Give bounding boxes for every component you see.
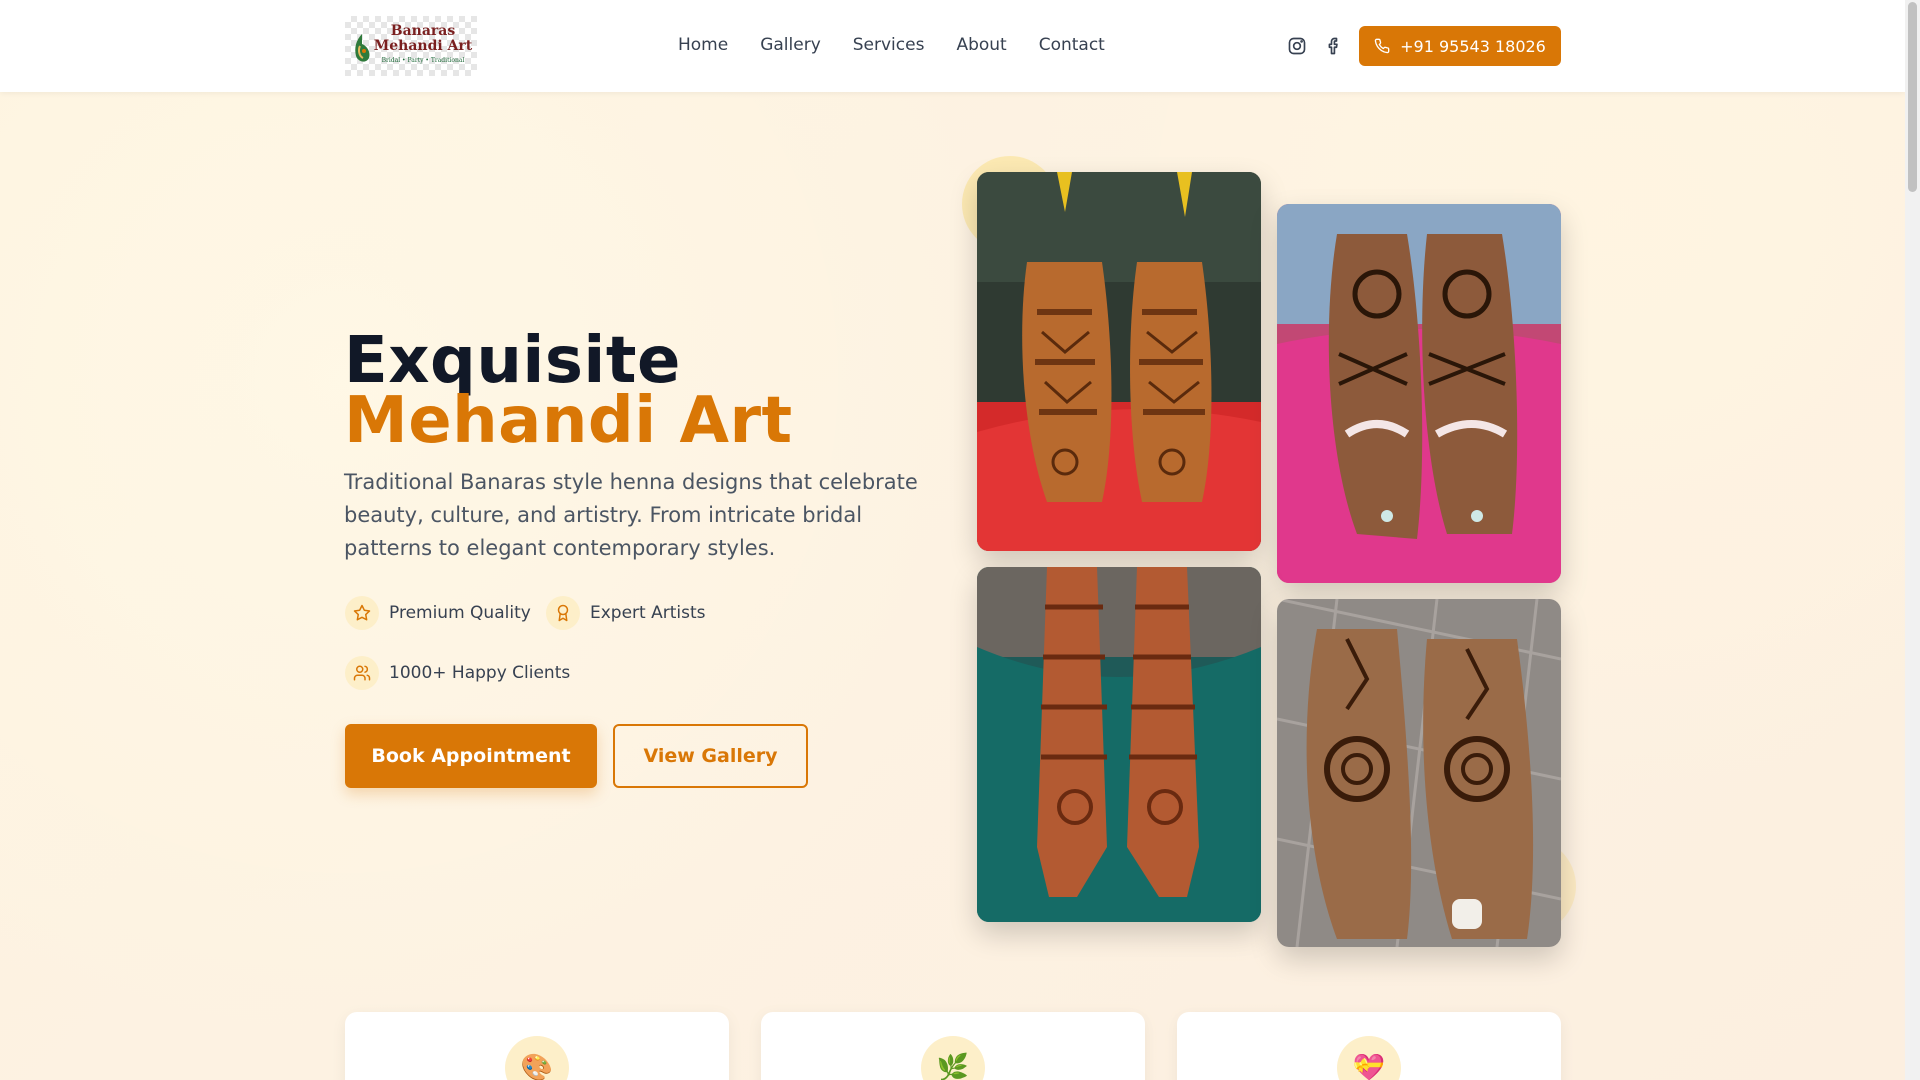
page-background — [0, 0, 1905, 1080]
leaf-icon: 🌿 — [921, 1036, 985, 1080]
gallery-photo-feet-tiles[interactable] — [1277, 599, 1561, 947]
facebook-icon[interactable] — [1322, 34, 1346, 58]
hero-title-line-2: Mehandi Art — [344, 384, 793, 458]
site-header: Banaras Mehandi Art Bridal • Party • Tra… — [0, 0, 1905, 92]
service-card-art: 🎨 — [345, 1012, 729, 1080]
nav-link-contact[interactable]: Contact — [1039, 34, 1105, 56]
nav-link-gallery[interactable]: Gallery — [760, 34, 821, 56]
service-card-natural: 🌿 — [761, 1012, 1145, 1080]
feature-label: 1000+ Happy Clients — [389, 663, 571, 683]
feature-expert-artists: Expert Artists — [546, 596, 706, 630]
feature-label: Premium Quality — [389, 603, 531, 623]
nav-link-services[interactable]: Services — [853, 34, 925, 56]
nav-link-home[interactable]: Home — [678, 34, 728, 56]
logo-tagline: Bridal • Party • Traditional — [381, 57, 465, 64]
gallery-photo-bridal-hands-green[interactable] — [977, 567, 1261, 922]
palette-icon: 🎨 — [505, 1036, 569, 1080]
main-nav: Home Gallery Services About Contact — [678, 34, 1105, 56]
page-scrollbar[interactable] — [1905, 0, 1920, 1080]
star-icon — [345, 596, 379, 630]
phone-icon — [1374, 38, 1390, 54]
heart-icon: 💝 — [1337, 1036, 1401, 1080]
gallery-photo-feet-pink[interactable] — [1277, 204, 1561, 583]
instagram-icon[interactable] — [1285, 34, 1309, 58]
service-card-love: 💝 — [1177, 1012, 1561, 1080]
nav-link-about[interactable]: About — [956, 34, 1006, 56]
feature-premium-quality: Premium Quality — [345, 596, 531, 630]
users-icon — [345, 656, 379, 690]
book-appointment-button[interactable]: Book Appointment — [345, 724, 597, 788]
logo-line-2: Mehandi Art — [373, 38, 473, 54]
call-phone-button[interactable]: +91 95543 18026 — [1359, 26, 1561, 66]
feature-label: Expert Artists — [590, 603, 706, 623]
award-icon — [546, 596, 580, 630]
hero-description: Traditional Banaras style henna designs … — [344, 470, 918, 560]
view-gallery-button[interactable]: View Gallery — [613, 724, 808, 788]
scrollbar-thumb[interactable] — [1908, 2, 1917, 192]
feature-happy-clients: 1000+ Happy Clients — [345, 656, 570, 690]
brand-logo[interactable]: Banaras Mehandi Art Bridal • Party • Tra… — [345, 16, 477, 76]
phone-number-label: +91 95543 18026 — [1400, 36, 1546, 56]
gallery-photo-bridal-feet-red[interactable] — [977, 172, 1261, 551]
logo-line-1: Banaras — [390, 23, 456, 39]
